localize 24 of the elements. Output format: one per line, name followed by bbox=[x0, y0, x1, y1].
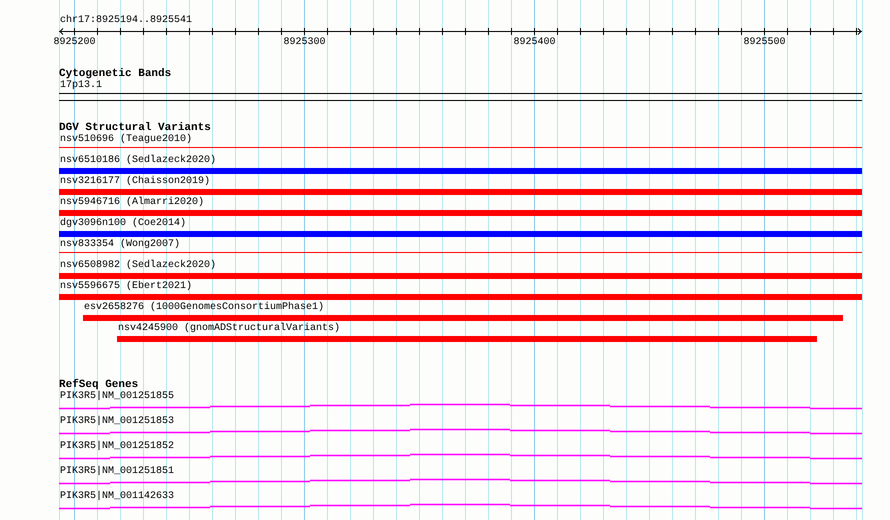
band-label: 17p13.1 bbox=[60, 80, 102, 92]
location-label: chr17:8925194..8925541 bbox=[60, 15, 192, 27]
track-title: DGV Structural Variants bbox=[59, 122, 211, 134]
gene-label: PIK3R5|NM_001251855 bbox=[60, 391, 174, 403]
tick-label: 8925400 bbox=[514, 37, 556, 47]
tick-label: 8925200 bbox=[54, 37, 96, 47]
variant-label: dgv3096n100 (Coe2014) bbox=[60, 218, 186, 230]
variant-label: nsv4245900 (gnomADStructuralVariants) bbox=[118, 323, 340, 335]
variant-label: nsv6510186 (Sedlazeck2020) bbox=[60, 155, 216, 167]
gene-label: PIK3R5|NM_001251851 bbox=[60, 466, 174, 478]
track-title: Cytogenetic Bands bbox=[59, 68, 172, 80]
variant-label: esv2658276 (1000GenomesConsortiumPhase1) bbox=[84, 302, 324, 314]
gene-label: PIK3R5|NM_001251852 bbox=[60, 441, 174, 453]
variant-label: nsv833354 (Wong2007) bbox=[60, 239, 180, 251]
variant-label: nsv5946716 (Almarri2020) bbox=[60, 197, 204, 209]
variant-label: nsv510696 (Teague2010) bbox=[60, 134, 192, 146]
gene-label: PIK3R5|NM_001251853 bbox=[60, 416, 174, 428]
tick-label: 8925500 bbox=[744, 37, 786, 47]
gene-label: PIK3R5|NM_001142633 bbox=[60, 491, 174, 503]
variant-label: nsv3216177 (Chaisson2019) bbox=[60, 176, 210, 188]
variant-label: nsv5596675 (Ebert2021) bbox=[60, 281, 192, 293]
track-title: RefSeq Genes bbox=[59, 379, 138, 391]
tick-label: 8925300 bbox=[284, 37, 326, 47]
variant-label: nsv6508982 (Sedlazeck2020) bbox=[60, 260, 216, 272]
